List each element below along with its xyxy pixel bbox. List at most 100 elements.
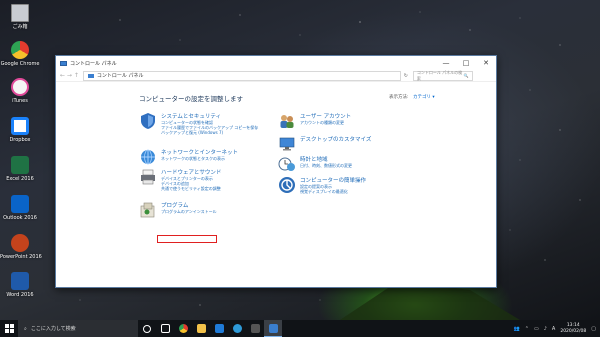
clock-region-icon (278, 157, 295, 171)
control-panel-content: コンピューターの設定を調整します 表示方法: カテゴリ ▾ システムとセキュリテ… (56, 82, 496, 287)
task-link[interactable]: 視覚ディスプレイの最適化 (300, 189, 348, 194)
people-icon[interactable]: 👥 (514, 326, 520, 332)
mail-icon (214, 324, 224, 333)
highlight-box (157, 235, 217, 243)
view-by-label: 表示方法: (389, 95, 409, 100)
app-icon (232, 324, 242, 333)
cortana-button[interactable] (138, 320, 156, 337)
task-view-button[interactable] (156, 320, 174, 337)
itunes-icon (11, 78, 29, 96)
desktop-shortcut-label: PowerPoint 2016 (0, 254, 42, 260)
category-links: 設定の提案の表示 視覚ディスプレイの最適化 (300, 184, 348, 194)
minimize-button[interactable]: — (436, 56, 456, 70)
category-links: プログラムのアンインストール (161, 209, 217, 214)
search-input[interactable]: コントロール パネルの検索 🔍 (412, 69, 473, 81)
search-icon: ⌕ (24, 325, 27, 332)
view-by: 表示方法: カテゴリ ▾ (389, 94, 435, 100)
breadcrumb-item[interactable]: コントロール パネル (97, 72, 144, 79)
dropbox-icon (11, 117, 29, 135)
category-links: 日付、時刻、数値形式の変更 (300, 163, 352, 168)
refresh-icon[interactable]: ↻ (401, 73, 411, 79)
search-icon: 🔍 (463, 73, 469, 78)
close-button[interactable]: ✕ (476, 56, 496, 70)
system-tray: 👥 ⌃ ▭ ♪ A 13:14 2020/02/08 ▢ (514, 320, 596, 337)
chevron-up-icon[interactable]: ⌃ (525, 326, 529, 332)
category-title[interactable]: コンピューターの簡単操作 (300, 176, 366, 184)
task-link[interactable]: バックアップと復元 (Windows 7) (161, 130, 258, 135)
task-view-icon (160, 324, 170, 333)
category-links: コンピューターの状態を確認 ファイル履歴でファイルのバックアップ コピーを保存 … (161, 120, 258, 136)
desktop-shortcut-label: iTunes (12, 98, 28, 104)
control-panel-icon (268, 323, 278, 333)
desktop-shortcut-recycle-bin[interactable]: ごみ箱 (0, 4, 40, 30)
control-panel-icon (87, 73, 94, 78)
ease-of-access-icon (279, 177, 295, 193)
photos-icon (250, 324, 260, 333)
cortana-icon (143, 324, 151, 333)
notification-icon[interactable]: ▢ (591, 326, 596, 332)
search-placeholder: コントロール パネルの検索 (416, 69, 463, 81)
taskbar-search-input[interactable]: ⌕ ここに入力して検索 (18, 320, 138, 337)
volume-icon[interactable]: ♪ (544, 326, 547, 332)
taskbar-chrome[interactable] (174, 320, 192, 337)
users-icon (280, 115, 294, 128)
desktop-shortcut-itunes[interactable]: iTunes (0, 78, 40, 104)
taskbar-file-explorer[interactable] (192, 320, 210, 337)
printer-icon (141, 169, 155, 185)
maximize-button[interactable]: □ (456, 56, 476, 70)
clock[interactable]: 13:14 2020/02/08 (560, 323, 586, 335)
word-icon (11, 272, 29, 290)
taskbar-app[interactable] (228, 320, 246, 337)
taskbar-photos[interactable] (246, 320, 264, 337)
desktop-shortcut-label: ごみ箱 (12, 24, 28, 30)
desktop-shortcut-dropbox[interactable]: Dropbox (0, 117, 40, 143)
task-link[interactable]: ネットワークの状態とタスクの表示 (161, 156, 225, 161)
start-button[interactable] (0, 320, 18, 337)
taskbar-control-panel[interactable] (264, 320, 282, 337)
powerpoint-icon (11, 234, 29, 252)
ime-indicator[interactable]: A (552, 326, 555, 332)
desktop-shortcut-excel[interactable]: Excel 2016 (0, 156, 40, 182)
category-links: アカウントの種類の変更 (300, 120, 344, 125)
taskbar-mail[interactable] (210, 320, 228, 337)
breadcrumb[interactable]: コントロール パネル (82, 70, 401, 81)
taskbar-search-placeholder: ここに入力して検索 (30, 326, 76, 332)
category-title[interactable]: システムとセキュリティ (161, 112, 221, 120)
category-title[interactable]: ハードウェアとサウンド (161, 168, 221, 176)
chrome-icon (178, 324, 188, 333)
control-panel-icon (60, 60, 67, 66)
address-bar: ← → ↑ コントロール パネル ↻ コントロール パネルの検索 🔍 (56, 70, 496, 82)
windows-logo-icon (4, 324, 14, 333)
clock-date: 2020/02/08 (560, 328, 587, 334)
network-tray-icon[interactable]: ▭ (534, 326, 539, 332)
category-title[interactable]: デスクトップのカスタマイズ (300, 135, 371, 143)
desktop-shortcut-label: Outlook 2016 (3, 215, 37, 221)
control-panel-window: コントロール パネル — □ ✕ ← → ↑ コントロール パネル ↻ コントロ… (55, 55, 497, 288)
category-title[interactable]: ネットワークとインターネット (161, 148, 238, 156)
nav-arrows[interactable]: ← → ↑ (60, 72, 79, 79)
desktop-shortcut-outlook[interactable]: Outlook 2016 (0, 195, 40, 221)
page-title: コンピューターの設定を調整します (139, 95, 243, 103)
task-link[interactable]: 共通で使うモビリティ設定の調整 (161, 186, 221, 191)
category-title[interactable]: 時計と地域 (300, 155, 328, 163)
desktop-shortcut-label: Excel 2016 (6, 176, 34, 182)
chrome-icon (11, 41, 29, 59)
category-title[interactable]: ユーザー アカウント (300, 112, 351, 120)
desktop-icon (279, 137, 295, 151)
taskbar: ⌕ ここに入力して検索 👥 ⌃ ▭ ♪ A 13:14 2020/02/08 ▢ (0, 320, 600, 337)
outlook-icon (11, 195, 29, 213)
category-links: ネットワークの状態とタスクの表示 (161, 156, 225, 161)
desktop-shortcut-powerpoint[interactable]: PowerPoint 2016 (0, 234, 42, 260)
network-icon (141, 149, 155, 165)
title-bar[interactable]: コントロール パネル — □ ✕ (56, 56, 496, 70)
shield-icon (141, 113, 155, 129)
category-title[interactable]: プログラム (161, 201, 188, 209)
desktop-shortcut-chrome[interactable]: Google Chrome (0, 41, 40, 67)
uninstall-program-link[interactable]: プログラムのアンインストール (161, 209, 217, 214)
programs-icon (140, 202, 155, 218)
desktop-shortcut-word[interactable]: Word 2016 (0, 272, 40, 298)
view-by-dropdown[interactable]: カテゴリ ▾ (413, 95, 435, 100)
excel-icon (11, 156, 29, 174)
task-link[interactable]: アカウントの種類の変更 (300, 120, 344, 125)
task-link[interactable]: 日付、時刻、数値形式の変更 (300, 163, 352, 168)
